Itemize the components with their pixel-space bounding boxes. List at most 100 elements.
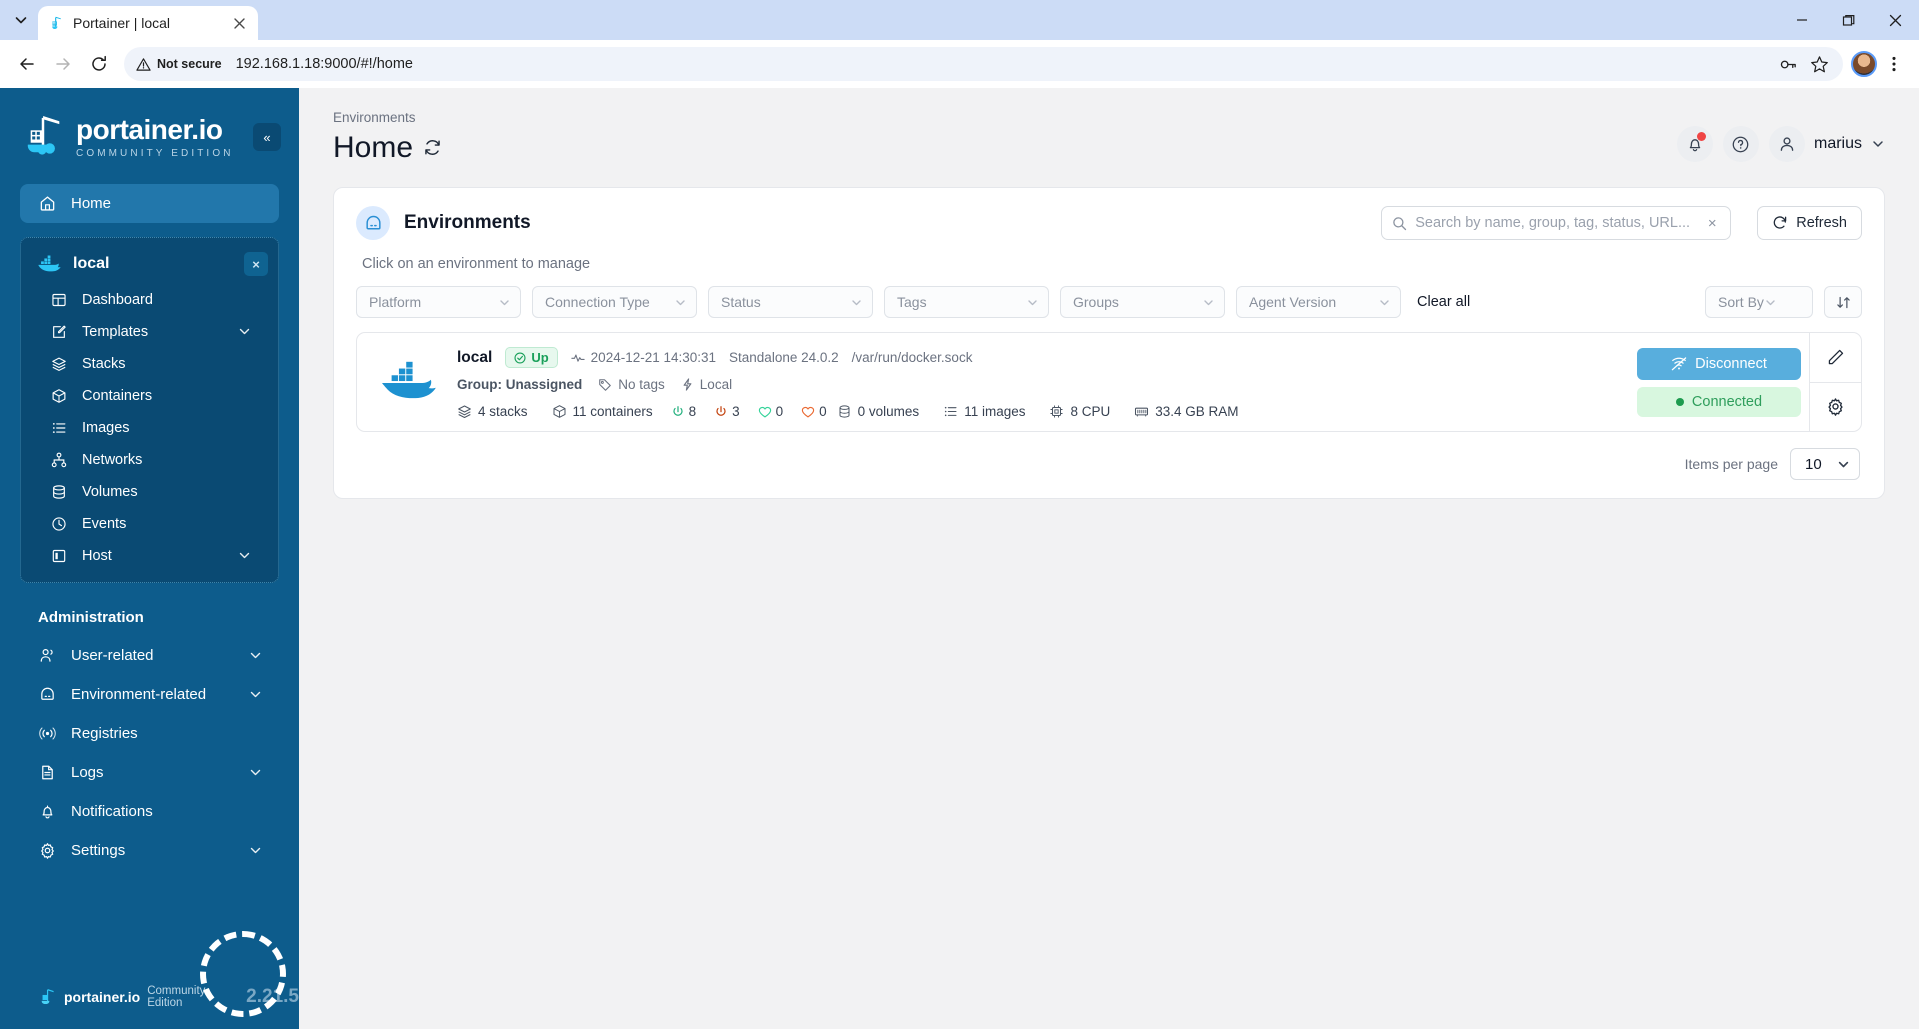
environment-name: local xyxy=(457,348,493,366)
disconnect-button[interactable]: Disconnect xyxy=(1637,347,1801,380)
sidebar-environment-header[interactable]: local × xyxy=(21,244,278,284)
sidebar-collapse-button[interactable]: « xyxy=(253,123,281,151)
sidebar-item-networks[interactable]: Networks xyxy=(31,444,268,476)
browser-tab[interactable]: Portainer | local xyxy=(38,6,258,40)
close-icon[interactable] xyxy=(1872,0,1919,40)
sidebar-item-containers[interactable]: Containers xyxy=(31,380,268,412)
sidebar-item-logs[interactable]: Logs xyxy=(20,753,279,792)
chevron-down-icon[interactable] xyxy=(238,325,252,339)
tab-search-button[interactable] xyxy=(4,3,38,37)
stat-label: 4 stacks xyxy=(478,404,528,419)
sidebar-item-environment-related[interactable]: Environment-related xyxy=(20,675,279,714)
sidebar-logo[interactable]: portainer.io COMMUNITY EDITION « xyxy=(0,88,299,182)
avatar[interactable] xyxy=(1768,126,1805,162)
unhealthy-count: 0 xyxy=(819,404,827,419)
refresh-button[interactable]: Refresh xyxy=(1757,206,1862,240)
power-icon xyxy=(714,405,728,419)
chevron-down-icon[interactable] xyxy=(1871,137,1885,151)
close-icon[interactable]: × xyxy=(244,252,268,276)
users-icon xyxy=(38,646,57,665)
power-icon xyxy=(671,405,685,419)
environment-summary: local Up 2024-12-21 14:30:31 Standalone … xyxy=(457,347,1629,368)
user-name: marius xyxy=(1813,135,1862,152)
chevron-down-icon xyxy=(674,296,687,309)
sidebar-item-templates[interactable]: Templates xyxy=(31,316,268,348)
clear-all-button[interactable]: Clear all xyxy=(1417,294,1470,310)
filter-agent-version[interactable]: Agent Version xyxy=(1236,286,1401,318)
sidebar-item-registries[interactable]: Registries xyxy=(20,714,279,753)
maximize-icon[interactable] xyxy=(1825,0,1872,40)
filter-connection-type[interactable]: Connection Type xyxy=(532,286,697,318)
address-bar[interactable]: Not secure 192.168.1.18:9000/#!/home xyxy=(124,47,1843,81)
help-button[interactable] xyxy=(1722,126,1759,162)
sidebar-item-events[interactable]: Events xyxy=(31,508,268,540)
forward-button[interactable] xyxy=(46,47,80,81)
heartbeat-icon xyxy=(571,353,585,362)
items-per-page-select[interactable]: 10 xyxy=(1790,448,1860,480)
clear-search-icon[interactable]: × xyxy=(1704,215,1720,232)
search-input[interactable] xyxy=(1415,215,1697,231)
sidebar-logo-subtitle: COMMUNITY EDITION xyxy=(76,147,234,159)
stat-containers: 11 containers xyxy=(552,404,653,419)
sidebar-item-notifications[interactable]: Notifications xyxy=(20,792,279,831)
filter-label: Connection Type xyxy=(545,294,650,310)
chevron-down-icon[interactable] xyxy=(238,549,252,563)
close-label: × xyxy=(252,256,260,272)
sidebar-item-stacks[interactable]: Stacks xyxy=(31,348,268,380)
sidebar-item-label: Events xyxy=(82,516,127,532)
minimize-icon[interactable] xyxy=(1778,0,1825,40)
sidebar-item-label: Logs xyxy=(71,764,104,781)
filter-platform[interactable]: Platform xyxy=(356,286,521,318)
chevron-down-icon xyxy=(850,296,863,309)
bookmark-star-icon[interactable] xyxy=(1810,55,1829,74)
chevron-down-icon[interactable] xyxy=(249,844,263,858)
browser-profile-avatar[interactable] xyxy=(1851,51,1877,77)
environment-icon xyxy=(356,206,390,240)
chevron-down-icon xyxy=(1026,296,1039,309)
sidebar-item-dashboard[interactable]: Dashboard xyxy=(31,284,268,316)
close-icon[interactable] xyxy=(230,14,248,32)
user-menu[interactable]: marius xyxy=(1768,126,1885,162)
filter-groups[interactable]: Groups xyxy=(1060,286,1225,318)
notifications-button[interactable] xyxy=(1676,126,1713,162)
chevron-down-icon[interactable] xyxy=(249,688,263,702)
security-label: Not secure xyxy=(157,57,222,71)
environment-settings-button[interactable] xyxy=(1810,381,1861,432)
sidebar-item-label: Images xyxy=(82,420,130,436)
sort-by-select[interactable]: Sort By xyxy=(1705,286,1813,318)
chevron-down-icon[interactable] xyxy=(249,649,263,663)
kebab-menu-icon[interactable] xyxy=(1879,49,1909,79)
sidebar-item-volumes[interactable]: Volumes xyxy=(31,476,268,508)
environment-card[interactable]: local Up 2024-12-21 14:30:31 Standalone … xyxy=(356,332,1862,432)
pagination-row: Items per page 10 xyxy=(334,432,1884,480)
status-dot xyxy=(1675,397,1684,406)
help-circle-icon xyxy=(1733,136,1749,152)
page-header: Environments Home marius xyxy=(299,88,1919,165)
images-icon xyxy=(943,404,958,419)
back-button[interactable] xyxy=(10,47,44,81)
sidebar-environment-group: local × Dashboard Templates Stacks Conta… xyxy=(20,237,279,583)
bell-icon xyxy=(38,802,57,821)
chevron-down-icon[interactable] xyxy=(249,766,263,780)
search-input-wrapper[interactable]: × xyxy=(1381,206,1732,240)
sidebar-item-user-related[interactable]: User-related xyxy=(20,636,279,675)
sidebar-item-host[interactable]: Host xyxy=(31,540,268,572)
sidebar-item-label: Home xyxy=(71,195,112,212)
stacks-icon xyxy=(457,404,472,419)
filter-status[interactable]: Status xyxy=(708,286,873,318)
reload-button[interactable] xyxy=(82,47,116,81)
sort-direction-button[interactable] xyxy=(1824,286,1862,318)
filter-tags[interactable]: Tags xyxy=(884,286,1049,318)
sidebar-item-label: Settings xyxy=(71,842,126,859)
sidebar-item-home[interactable]: Home xyxy=(20,184,279,223)
key-icon[interactable] xyxy=(1779,55,1798,74)
breadcrumb[interactable]: Environments xyxy=(333,110,1677,125)
last-check-value: 2024-12-21 14:30:31 xyxy=(590,350,717,365)
sidebar-item-images[interactable]: Images xyxy=(31,412,268,444)
chevron-down-icon xyxy=(1378,296,1391,309)
refresh-icon[interactable] xyxy=(423,138,443,158)
gear-icon xyxy=(38,841,57,860)
sidebar-item-settings[interactable]: Settings xyxy=(20,831,279,870)
security-indicator[interactable]: Not secure xyxy=(136,57,230,72)
edit-environment-button[interactable] xyxy=(1810,333,1861,382)
